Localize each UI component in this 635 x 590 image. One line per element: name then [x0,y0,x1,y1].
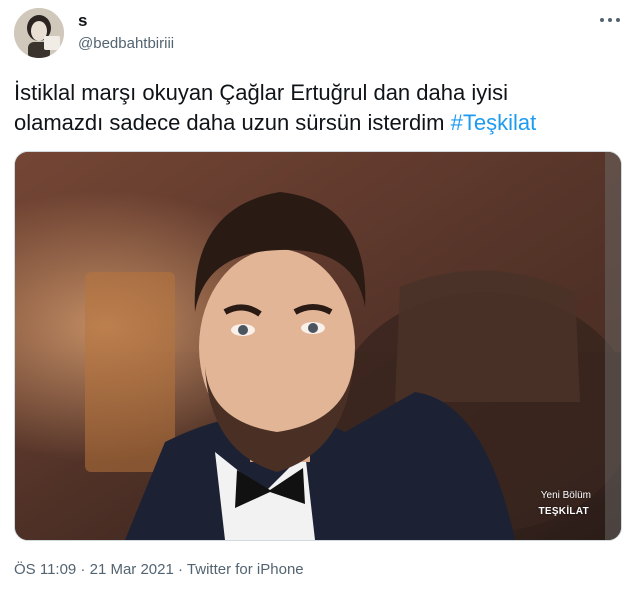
more-dot [600,18,604,22]
tweet-meta: ÖS 11:09 · 21 Mar 2021 · Twitter for iPh… [14,561,304,578]
hashtag-link[interactable]: #Teşkilat [451,110,537,135]
user-handle[interactable]: @bedbahtbiriii [78,35,174,52]
avatar[interactable] [14,8,64,58]
more-icon[interactable] [600,12,620,28]
more-dot [608,18,612,22]
tweet-date-link[interactable]: 21 Mar 2021 [90,561,174,578]
avatar-image [14,8,64,58]
media-overlay-title: TEŞKİLAT [538,506,589,517]
tweet-text: İstiklal marşı okuyan Çağlar Ertuğrul da… [14,78,614,138]
meta-separator: · [173,561,187,578]
tweet-text-line: İstiklal marşı okuyan Çağlar Ertuğrul da… [14,80,509,105]
tweet-text-line-2: olamazdı sadece daha uzun sürsün isterdi… [14,108,614,138]
media-photo [15,152,621,540]
tweet: s @bedbahtbiriii İstiklal marşı okuyan Ç… [0,0,635,590]
more-dot [616,18,620,22]
media-image[interactable] [14,151,622,541]
tweet-text-line-2-body: olamazdı sadece daha uzun sürsün isterdi… [14,110,445,135]
media-overlay-label: Yeni Bölüm [540,490,591,501]
meta-separator: · [76,561,90,578]
tweet-source-link[interactable]: Twitter for iPhone [187,561,304,578]
tweet-time-link[interactable]: ÖS 11:09 [14,561,76,578]
display-name[interactable]: s [78,11,87,31]
